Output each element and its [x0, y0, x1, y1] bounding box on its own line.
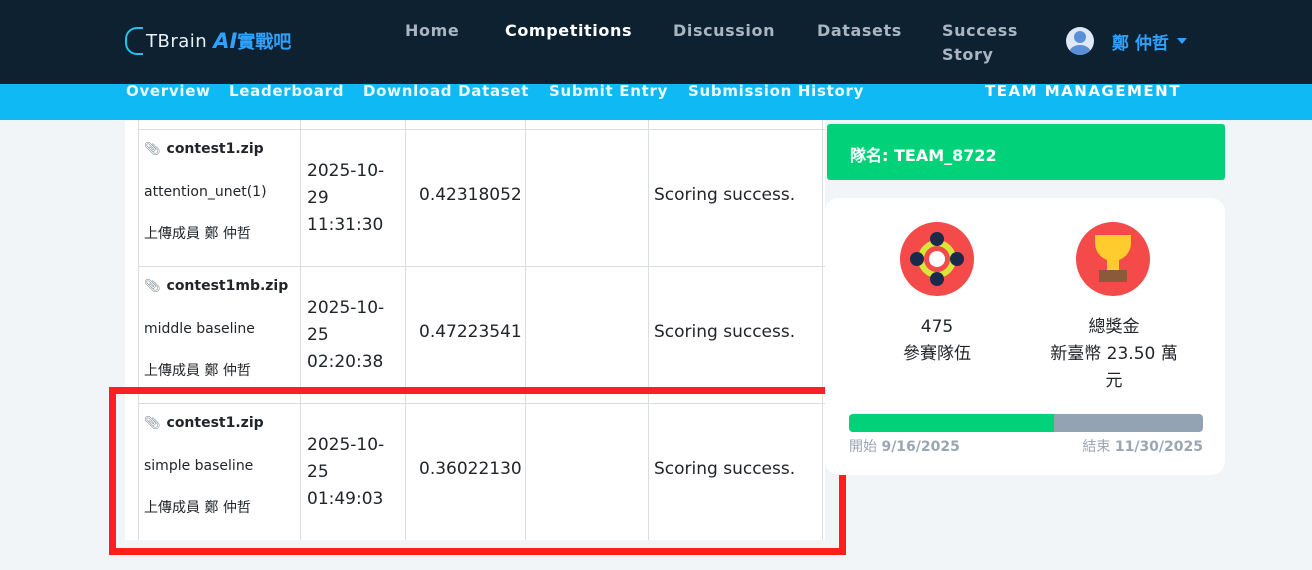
submission-description: middle baseline: [144, 321, 255, 337]
trophy-stem-shape: [1107, 260, 1119, 270]
nav-competitions[interactable]: Competitions: [505, 19, 632, 43]
end-date-value: 11/30/2025: [1114, 439, 1203, 455]
start-date: 開始 9/16/2025: [849, 436, 960, 456]
competition-progress-bar: [849, 414, 1203, 432]
user-menu[interactable]: 鄭 仲哲: [1066, 27, 1187, 55]
team-label-prefix: 隊名:: [850, 146, 894, 165]
logo-ai: AI: [213, 29, 238, 53]
nav-success-story[interactable]: Success Story: [942, 19, 1018, 67]
submission-date: 2025-10- 25 02:20:38: [307, 295, 397, 376]
competition-subnav: Overview Leaderboard Download Dataset Su…: [0, 84, 1312, 120]
uploader-label: 上傳成員 鄭 仲哲: [144, 363, 251, 379]
nav-datasets[interactable]: Datasets: [817, 19, 902, 43]
trophy-base-shape: [1099, 270, 1127, 282]
avatar-icon: [1066, 27, 1094, 55]
user-name: 鄭 仲哲: [1112, 33, 1169, 54]
tab-submission-history[interactable]: Submission History: [688, 84, 864, 99]
table-row: 📎︎ contest1.zip attention_unet(1) 上傳成員 鄭 …: [138, 129, 825, 266]
date-line: 29: [307, 188, 329, 208]
date-line: 2025-10-: [307, 161, 385, 181]
date-line: 25: [307, 325, 329, 345]
score-cell: 0.42318052: [419, 185, 522, 205]
file-cell[interactable]: 📎︎ contest1mb.zip: [144, 275, 294, 294]
tab-download-dataset[interactable]: Download Dataset: [363, 84, 529, 99]
score-cell: 0.47223541: [419, 322, 522, 342]
status-cell: Scoring success.: [654, 185, 796, 205]
team-dot: [930, 232, 944, 246]
logo-mark-icon: [125, 27, 143, 55]
prize-amount: 新臺幣 23.50 萬: [1050, 344, 1178, 364]
time-line: 02:20:38: [307, 352, 384, 372]
logo-text: TBrain: [146, 30, 208, 52]
prize-stat: 總獎金 新臺幣 23.50 萬 元: [1039, 314, 1189, 395]
tab-submit-entry[interactable]: Submit Entry: [549, 84, 668, 99]
team-name-bar: 隊名: TEAM_8722: [827, 124, 1225, 180]
team-name-value: TEAM_8722: [893, 146, 997, 165]
paperclip-icon: 📎︎: [144, 279, 161, 294]
nav-home[interactable]: Home: [405, 19, 459, 43]
tab-team-management[interactable]: TEAM MANAGEMENT: [985, 84, 1181, 99]
teams-stat: 475 參賽隊伍: [865, 314, 1009, 368]
tab-overview[interactable]: Overview: [126, 84, 211, 99]
date-line: 2025-10-: [307, 298, 385, 318]
chevron-down-icon: [1176, 38, 1187, 44]
trophy-icon: [1076, 222, 1150, 296]
start-label: 開始: [849, 439, 882, 455]
submission-date: 2025-10- 29 11:31:30: [307, 158, 397, 239]
submission-description: attention_unet(1): [144, 184, 267, 200]
paperclip-icon: 📎︎: [144, 142, 161, 157]
progress-fill: [849, 414, 1055, 432]
nav-success-line1: Success: [942, 21, 1018, 40]
trophy-cup-shape: [1095, 235, 1131, 261]
file-cell[interactable]: 📎︎ contest1.zip: [144, 138, 294, 157]
teams-label: 參賽隊伍: [903, 344, 971, 364]
top-navbar: TBrain AI 實戰吧 Home Competitions Discussi…: [0, 0, 1312, 84]
team-name: 隊名: TEAM_8722: [850, 142, 997, 166]
competition-info-card: 475 參賽隊伍 總獎金 新臺幣 23.50 萬 元 開始 9/16/2025 …: [825, 198, 1225, 475]
site-logo[interactable]: TBrain AI 實戰吧: [125, 26, 291, 56]
end-date: 結束 11/30/2025: [1082, 436, 1203, 456]
nav-discussion[interactable]: Discussion: [673, 19, 775, 43]
team-ring-center: [929, 251, 945, 267]
table-row: 📎︎ contest1mb.zip middle baseline 上傳成員 鄭 …: [138, 266, 825, 403]
logo-cn: 實戰吧: [237, 32, 292, 53]
end-label: 結束: [1082, 439, 1115, 455]
start-date-value: 9/16/2025: [881, 439, 960, 455]
team-dot: [910, 252, 924, 266]
prize-label: 總獎金: [1088, 317, 1140, 337]
prize-amount-unit: 元: [1105, 371, 1123, 391]
file-link[interactable]: contest1mb.zip: [167, 278, 289, 294]
status-cell: Scoring success.: [654, 322, 796, 342]
nav-success-line2: Story: [942, 45, 994, 64]
highlight-box: [109, 387, 846, 555]
tab-leaderboard[interactable]: Leaderboard: [229, 84, 344, 99]
uploader-label: 上傳成員 鄭 仲哲: [144, 226, 251, 242]
time-line: 11:31:30: [307, 215, 384, 235]
team-icon: [900, 222, 974, 296]
team-dot: [950, 252, 964, 266]
teams-count: 475: [920, 317, 954, 337]
file-link[interactable]: contest1.zip: [167, 141, 264, 157]
team-dot: [930, 272, 944, 286]
